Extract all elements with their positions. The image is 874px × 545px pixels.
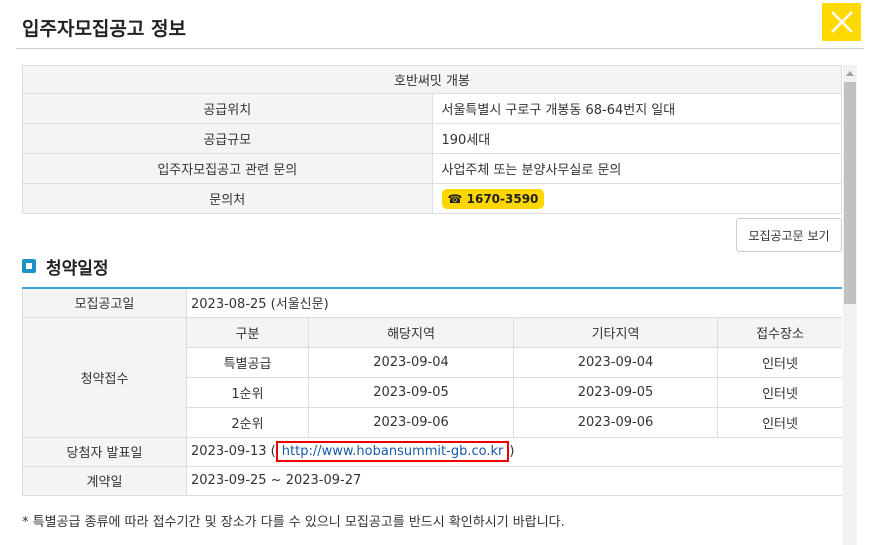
table-cell: 2023-09-04 (308, 346, 514, 378)
col-header: 해당지역 (308, 316, 514, 348)
table-row: 입주자모집공고 관련 문의 사업주체 또는 분양사무실로 문의 (22, 153, 842, 184)
header-divider (16, 48, 864, 49)
table-cell: 2023-09-06 (513, 406, 718, 438)
supply-location-value: 서울특별시 구로구 개봉동 68-64번지 일대 (431, 93, 842, 124)
table-cell: 인터넷 (716, 406, 842, 438)
scroll-thumb[interactable] (844, 82, 856, 304)
close-icon (830, 11, 853, 33)
table-cell: 1순위 (186, 376, 309, 408)
winner-label: 당첨자 발표일 (22, 436, 187, 467)
table-cell: 2023-09-05 (513, 376, 718, 408)
dialog-content: 호반써밋 개봉 공급위치 서울특별시 구로구 개봉동 68-64번지 일대 공급… (22, 65, 842, 545)
table-row: 계약일 2023-09-25 ~ 2023-09-27 (22, 465, 842, 496)
table-cell: 2023-09-04 (513, 346, 718, 378)
table-row: 청약접수 구분 해당지역 기타지역 접수장소 (22, 316, 842, 438)
scroll-up-button[interactable] (843, 65, 857, 81)
table-cell: 2023-09-05 (308, 376, 514, 408)
close-button[interactable] (822, 3, 861, 41)
section-title-text: 청약일정 (46, 258, 109, 279)
schedule-table: 모집공고일 2023-08-25 (서울신문) 청약접수 구분 해당지역 기타지… (22, 287, 842, 496)
table-cell: 2023-09-06 (308, 406, 514, 438)
section-bullet-icon (22, 259, 36, 273)
info-table: 호반써밋 개봉 공급위치 서울특별시 구로구 개봉동 68-64번지 일대 공급… (22, 65, 842, 214)
table-row: 공급규모 190세대 (22, 123, 842, 154)
table-row: 당첨자 발표일 2023-09-13 (http://www.hobansumm… (22, 436, 842, 467)
winner-date: 2023-09-13 ( (191, 444, 276, 459)
table-row: 공급위치 서울특별시 구로구 개봉동 68-64번지 일대 (22, 93, 842, 124)
view-notice-button[interactable]: 모집공고문 보기 (736, 218, 842, 252)
supply-scale-label: 공급규모 (22, 123, 433, 154)
contact-label: 문의처 (22, 183, 433, 214)
complex-name: 호반써밋 개봉 (22, 65, 842, 94)
inquiry-label: 입주자모집공고 관련 문의 (22, 153, 433, 184)
chevron-up-icon (846, 71, 854, 76)
table-cell: 인터넷 (716, 346, 842, 378)
supply-location-label: 공급위치 (22, 93, 433, 124)
col-header: 접수장소 (716, 316, 842, 348)
table-cell: 2순위 (186, 406, 309, 438)
col-header: 기타지역 (513, 316, 718, 348)
section-title: 청약일정 (22, 254, 109, 279)
announcement-value: 2023-08-25 (서울신문) (185, 287, 842, 318)
application-label: 청약접수 (22, 316, 187, 438)
winner-link[interactable]: http://www.hobansummit-gb.co.kr (275, 441, 510, 462)
contract-value: 2023-09-25 ~ 2023-09-27 (185, 465, 842, 496)
vertical-scrollbar[interactable] (843, 65, 857, 545)
table-row: 문의처 ☎ 1670-3590 (22, 183, 842, 214)
contract-label: 계약일 (22, 465, 187, 496)
supply-scale-value: 190세대 (431, 123, 842, 154)
dialog-title: 입주자모집공고 정보 (22, 18, 186, 40)
table-cell: 인터넷 (716, 376, 842, 408)
footnote: * 특별공급 종류에 따라 접수기간 및 장소가 다를 수 있으니 모집공고를 … (22, 515, 565, 530)
phone-badge[interactable]: ☎ 1670-3590 (441, 188, 545, 209)
dialog-header: 입주자모집공고 정보 (0, 0, 874, 50)
table-row: 모집공고일 2023-08-25 (서울신문) (22, 287, 842, 318)
table-cell: 특별공급 (186, 346, 309, 378)
winner-close: ) (509, 444, 515, 459)
inquiry-value: 사업주체 또는 분양사무실로 문의 (431, 153, 842, 184)
col-header: 구분 (186, 316, 309, 348)
announcement-label: 모집공고일 (22, 287, 187, 318)
